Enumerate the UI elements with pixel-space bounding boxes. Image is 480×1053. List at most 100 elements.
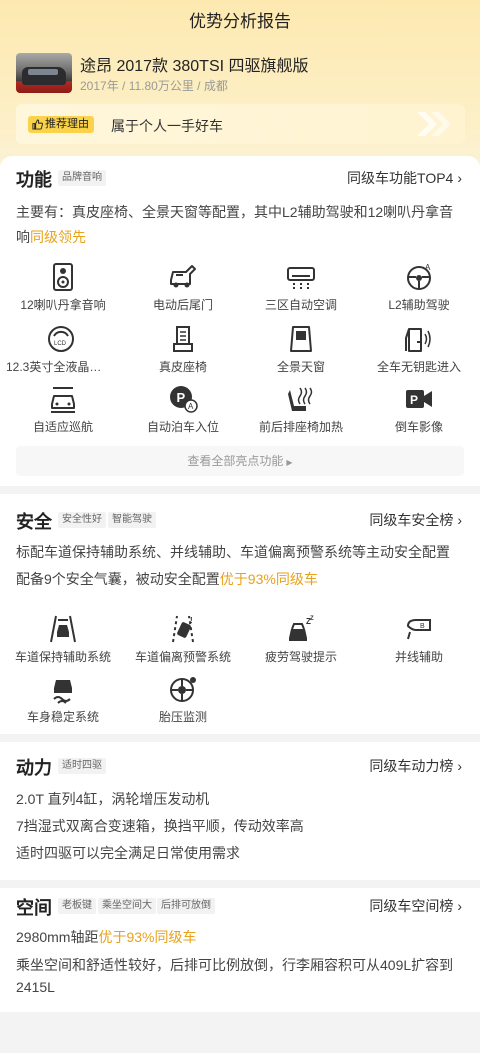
power-rank-label: 同级车动力榜 (369, 758, 454, 774)
space-tag: 后排可放倒 (157, 898, 215, 914)
feature-item[interactable]: 全车无钥匙进入 (364, 324, 474, 375)
function-highlight: 同级领先 (30, 229, 86, 245)
power-line: 适时四驱可以完全满足日常使用需求 (16, 845, 240, 861)
lcd-gauge-icon: LCD (48, 326, 74, 352)
thumbs-up-icon (32, 119, 43, 130)
feature-label: 胎压监测 (158, 710, 207, 724)
keyless-entry-icon (405, 328, 431, 352)
feature-label: 前后排座椅加热 (258, 420, 343, 434)
power-line: 7挡湿式双离合变速箱，换挡平顺，传动效率高 (16, 818, 304, 834)
speaker-icon (53, 263, 73, 291)
feature-item[interactable]: 全景天窗 (246, 324, 356, 375)
space-tag: 老板键 (58, 898, 96, 914)
space-tag: 乘坐空间大 (98, 898, 156, 914)
air-conditioner-icon (287, 267, 315, 289)
space-wheelbase: 2980mm轴距优于93%同级车 (16, 929, 197, 945)
feature-item[interactable]: PA 自动泊车入位 (128, 384, 238, 435)
feature-item[interactable]: 三区自动空调 (246, 262, 356, 313)
feature-item[interactable]: 电动后尾门 (128, 262, 238, 313)
safety-rank-link[interactable]: 同级车安全榜 › (369, 510, 462, 530)
feature-label: 全景天窗 (276, 360, 325, 374)
lane-departure-icon: ! (172, 615, 194, 643)
power-title: 动力 (16, 758, 52, 778)
feature-label: 电动后尾门 (152, 298, 213, 312)
feature-label: 自适应巡航 (32, 420, 93, 434)
svg-text:A: A (425, 263, 431, 272)
reverse-camera-icon: P (406, 390, 432, 408)
car-meta: 2017年 / 11.80万公里 / 成都 (80, 79, 228, 93)
safety-line-passive: 配备9个安全气囊，被动安全配置优于93%同级车 (16, 571, 318, 587)
space-rank-label: 同级车空间榜 (369, 898, 454, 914)
power-description: 2.0T 直列4缸，涡轮增压发动机 7挡湿式双离合变速箱，换挡平顺，传动效率高 … (16, 786, 466, 867)
space-title: 空间 (16, 898, 52, 918)
feature-item[interactable]: ! 车道偏离预警系统 (128, 614, 238, 665)
recommend-reason-badge-label: 推荐理由 (45, 118, 89, 130)
feature-item[interactable]: 胎压监测 (128, 674, 238, 725)
sunroof-icon (290, 326, 312, 352)
feature-item[interactable]: P 倒车影像 (364, 384, 474, 435)
chevron-right-icon: › (457, 758, 462, 774)
recommend-reason-text: 属于个人一手好车 (111, 118, 223, 134)
feature-item[interactable]: 前后排座椅加热 (246, 384, 356, 435)
space-section: 空间 老板键 乘坐空间大 后排可放倒 同级车空间榜 › 2980mm轴距优于93… (0, 888, 480, 1012)
chevron-right-icon: › (457, 170, 462, 186)
tire-pressure-icon (170, 677, 196, 702)
svg-text:Z: Z (310, 616, 314, 622)
feature-item[interactable]: A L2辅助驾驶 (364, 262, 474, 313)
feature-item[interactable]: LCD 12.3英寸全液晶屏幕 (6, 324, 116, 375)
safety-tag: 安全性好 (58, 512, 106, 528)
function-section: 功能 品牌音响 同级车功能TOP4 › 主要有：真皮座椅、全景天窗等配置，其中L… (0, 156, 480, 486)
svg-text:A: A (188, 402, 194, 411)
feature-item[interactable]: B 并线辅助 (364, 614, 474, 665)
caret-right-icon: ▶ (286, 458, 293, 467)
feature-label: 并线辅助 (394, 650, 443, 664)
recommend-reason-badge: 推荐理由 (28, 116, 94, 133)
safety-title: 安全 (16, 512, 52, 532)
feature-item[interactable]: 真皮座椅 (128, 324, 238, 375)
feature-label: 真皮座椅 (158, 360, 207, 374)
seat-heating-icon (288, 387, 313, 411)
function-rank-link[interactable]: 同级车功能TOP4 › (347, 168, 462, 188)
space-highlight: 优于93%同级车 (98, 929, 197, 945)
safety-highlight: 优于93%同级车 (219, 571, 318, 587)
svg-text:P: P (410, 393, 418, 407)
feature-label: 车身稳定系统 (26, 710, 99, 724)
function-tag: 品牌音响 (58, 170, 106, 186)
feature-label: 全车无钥匙进入 (376, 360, 461, 374)
blind-spot-icon: B (406, 619, 431, 640)
feature-item[interactable]: ZZ 疲劳驾驶提示 (246, 614, 356, 665)
function-rank-label: 同级车功能TOP4 (347, 170, 454, 186)
power-rank-link[interactable]: 同级车动力榜 › (369, 756, 462, 776)
feature-label: L2辅助驾驶 (388, 298, 450, 312)
safety-section: 安全 安全性好 智能驾驶 同级车安全榜 › 标配车道保持辅助系统、并线辅助、车道… (0, 494, 480, 734)
feature-item[interactable]: 车身稳定系统 (8, 674, 118, 725)
car-header: 途昂 2017款 380TSI 四驱旗舰版 2017年 / 11.80万公里 /… (16, 52, 466, 96)
feature-label: 自动泊车入位 (146, 420, 219, 434)
page-title: 优势分析报告 (189, 12, 291, 31)
safety-line-active: 标配车道保持辅助系统、并线辅助、车道偏离预警系统等主动安全配置 (16, 544, 450, 560)
adaptive-cruise-icon (51, 387, 75, 413)
space-rank-link[interactable]: 同级车空间榜 › (369, 896, 462, 916)
feature-item[interactable]: 12喇叭丹拿音响 (8, 262, 118, 313)
lane-keep-icon (50, 615, 76, 643)
function-title: 功能 (16, 170, 52, 190)
feature-label: 倒车影像 (394, 420, 443, 434)
car-thumbnail[interactable] (16, 53, 72, 93)
chevron-decoration-icon (417, 112, 451, 136)
function-description: 主要有：真皮座椅、全景天窗等配置，其中L2辅助驾驶和12喇叭丹拿音响同级领先 (16, 204, 454, 245)
view-all-features-button[interactable]: 查看全部亮点功能 ▶ (16, 446, 464, 476)
stability-control-icon (53, 680, 72, 704)
power-tag: 适时四驱 (58, 758, 106, 774)
power-line: 2.0T 直列4缸，涡轮增压发动机 (16, 791, 210, 807)
svg-text:!: ! (190, 616, 193, 625)
safety-tag: 智能驾驶 (108, 512, 156, 528)
recommend-reason-bar: 推荐理由 属于个人一手好车 (16, 104, 465, 144)
feature-label: 三区自动空调 (264, 298, 337, 312)
svg-text:P: P (177, 390, 186, 405)
feature-item[interactable]: 车道保持辅助系统 (8, 614, 118, 665)
power-section: 动力 适时四驱 同级车动力榜 › 2.0T 直列4缸，涡轮增压发动机 7挡湿式双… (0, 742, 480, 880)
svg-text:B: B (420, 623, 425, 630)
power-tailgate-icon (170, 265, 196, 288)
feature-label: 车道偏离预警系统 (134, 650, 231, 664)
feature-item[interactable]: 自适应巡航 (8, 384, 118, 435)
